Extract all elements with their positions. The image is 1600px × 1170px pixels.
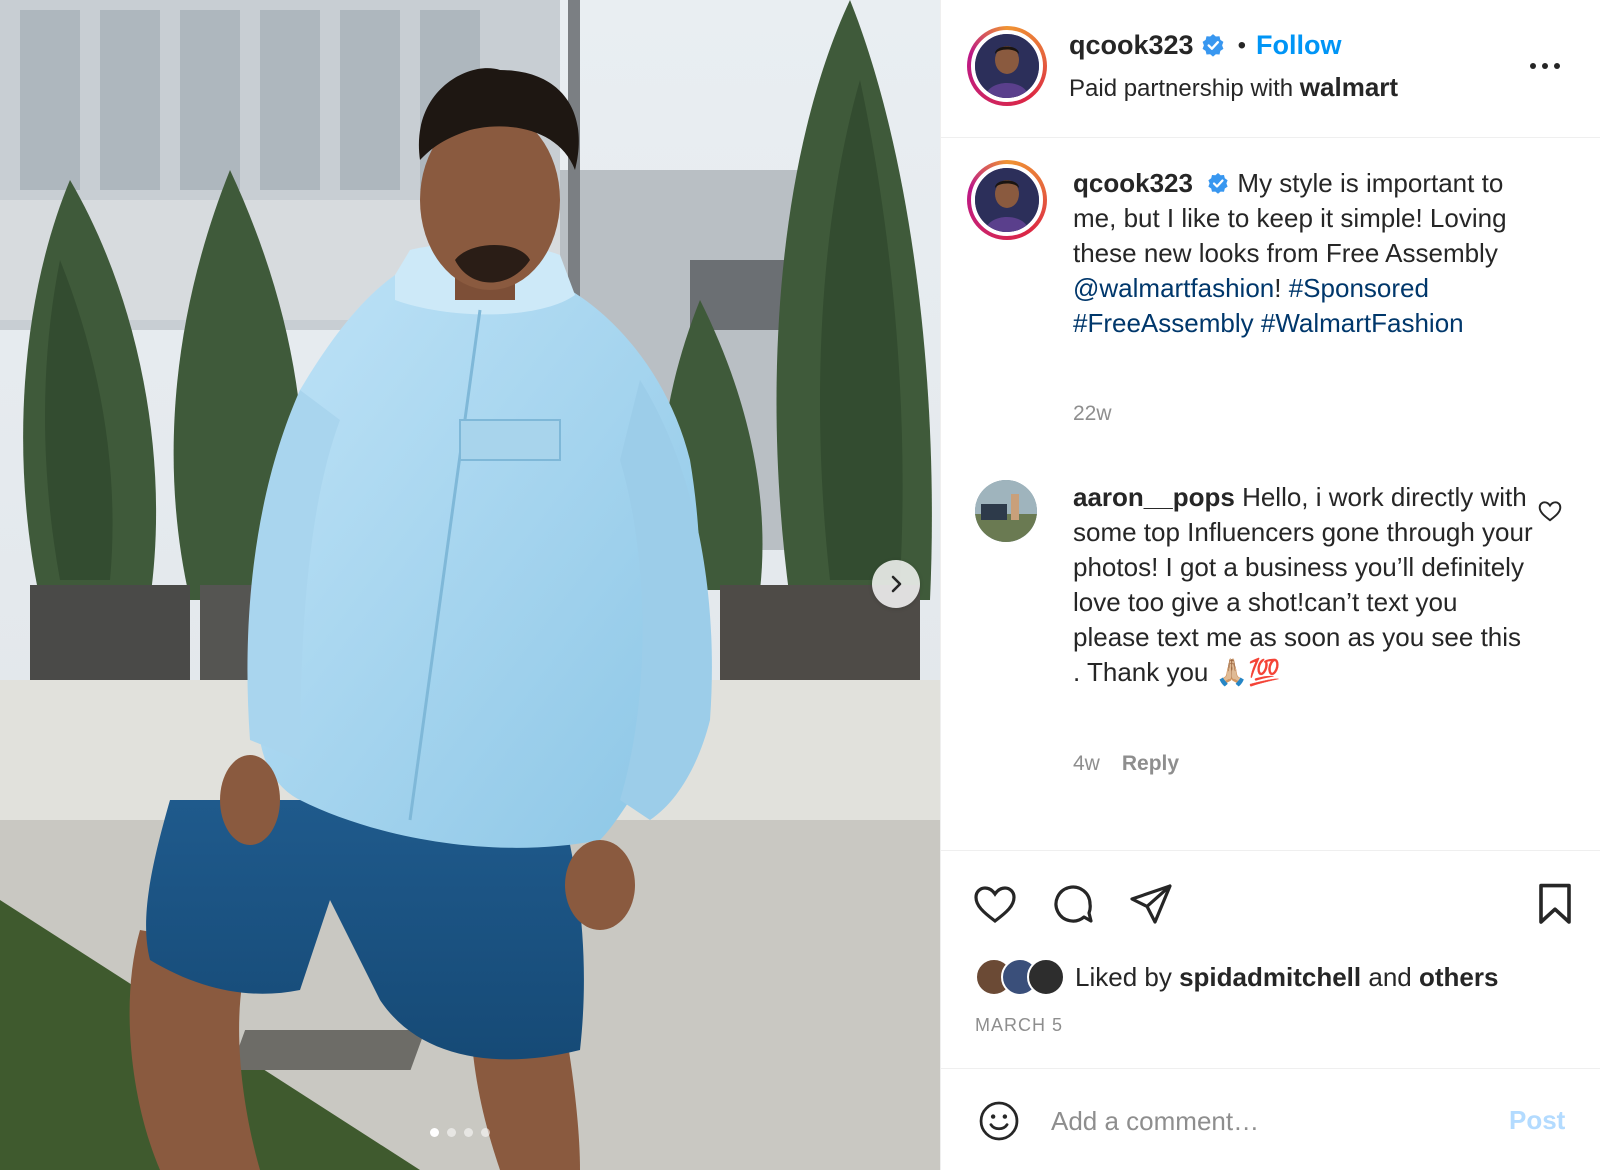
- avatar-image: [975, 480, 1037, 542]
- caption-author-avatar[interactable]: [967, 160, 1047, 240]
- post-header: qcook323 • Follow Paid partnership with …: [941, 0, 1600, 138]
- next-slide-button[interactable]: [872, 560, 920, 608]
- carousel-dot: [447, 1128, 456, 1137]
- post-side-panel: qcook323 • Follow Paid partnership with …: [940, 0, 1600, 1170]
- comment-body: Hello, i work directly with some top Inf…: [1073, 482, 1533, 687]
- chevron-right-icon: [891, 575, 902, 593]
- post-comment-button[interactable]: Post: [1509, 1105, 1565, 1136]
- add-comment-bar: Post: [941, 1068, 1600, 1170]
- carousel-dot: [464, 1128, 473, 1137]
- reply-button[interactable]: Reply: [1122, 752, 1179, 776]
- carousel-indicator: [430, 1128, 490, 1137]
- action-bar: [971, 880, 1175, 928]
- liked-by-prefix: Liked by: [1075, 961, 1172, 992]
- hashtag-link[interactable]: #Sponsored: [1289, 273, 1429, 303]
- others-link[interactable]: others: [1419, 962, 1498, 993]
- author-username[interactable]: qcook323: [1069, 30, 1194, 61]
- partner-link[interactable]: walmart: [1300, 72, 1398, 102]
- paid-partnership-label: Paid partnership with walmart: [1069, 72, 1398, 103]
- commenter-avatar[interactable]: [975, 480, 1037, 542]
- liked-by-and: and: [1368, 961, 1412, 992]
- photo-man-in-blue-jacket: [0, 0, 940, 1170]
- heart-icon[interactable]: [971, 880, 1019, 928]
- avatar-image: [975, 34, 1039, 98]
- comment-text: aaron__pops Hello, i work directly with …: [1073, 480, 1533, 690]
- hashtag-link[interactable]: #WalmartFashion: [1261, 308, 1464, 338]
- caption-timestamp[interactable]: 22w: [1073, 402, 1112, 426]
- post-image[interactable]: [0, 0, 940, 1170]
- likes-summary: Liked by spidadmitchell and others: [975, 958, 1498, 996]
- comment-timestamp[interactable]: 4w: [1073, 752, 1100, 776]
- bookmark-icon[interactable]: [1531, 880, 1579, 928]
- author-avatar[interactable]: [967, 26, 1047, 106]
- comment-icon[interactable]: [1049, 880, 1097, 928]
- comment-input[interactable]: [1051, 1097, 1471, 1145]
- carousel-dot: [430, 1128, 439, 1137]
- avatar-image: [975, 168, 1039, 232]
- liker-avatar: [1027, 958, 1065, 996]
- liker-username[interactable]: spidadmitchell: [1179, 962, 1361, 993]
- partnership-prefix: Paid partnership with: [1069, 75, 1294, 102]
- carousel-dot: [481, 1128, 490, 1137]
- caption-username[interactable]: qcook323: [1073, 168, 1193, 198]
- comment-meta: 4w Reply: [1073, 752, 1179, 776]
- mention-link[interactable]: @walmartfashion: [1073, 273, 1274, 303]
- comment-like-heart-icon[interactable]: [1537, 498, 1563, 524]
- more-options-icon[interactable]: [1525, 48, 1565, 84]
- follow-button[interactable]: Follow: [1256, 30, 1341, 61]
- actions-divider: [941, 850, 1600, 851]
- hashtag-link[interactable]: #FreeAssembly: [1073, 308, 1254, 338]
- header-separator: •: [1237, 31, 1246, 59]
- verified-badge-icon: [1206, 172, 1230, 196]
- commenter-username[interactable]: aaron__pops: [1073, 482, 1235, 512]
- caption-text: qcook323 My style is important to me, bu…: [1073, 166, 1543, 341]
- verified-badge-icon: [1200, 33, 1226, 59]
- post-date[interactable]: MARCH 5: [975, 1015, 1063, 1036]
- emoji-icon[interactable]: [977, 1099, 1021, 1143]
- share-icon[interactable]: [1127, 880, 1175, 928]
- liker-avatars[interactable]: [975, 958, 1065, 996]
- caption-punctuation: !: [1274, 273, 1282, 303]
